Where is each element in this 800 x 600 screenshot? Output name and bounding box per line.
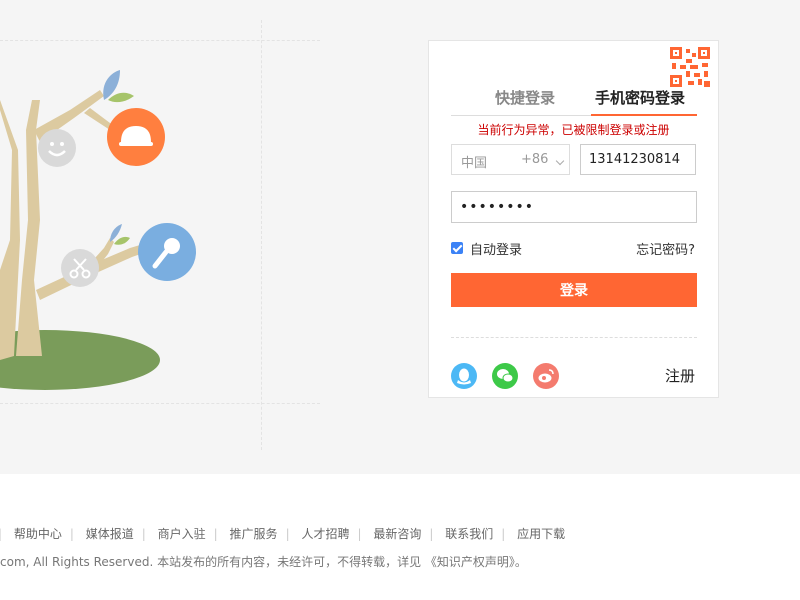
footer-link-contact[interactable]: 联系我们 <box>445 527 493 541</box>
register-link[interactable]: 注册 <box>665 365 695 386</box>
auto-login-label: 自动登录 <box>470 242 523 258</box>
decor-line <box>0 403 320 404</box>
chevron-down-icon <box>555 156 565 166</box>
wechat-icon[interactable] <box>492 363 518 389</box>
footer-link-merchant[interactable]: 商户入驻 <box>158 527 206 541</box>
footer-links: | 帮助中心 | 媒体报道 | 商户入驻 | 推广服务 | 人才招聘 | 最新咨询 | 联系… <box>0 527 566 541</box>
error-message: 当前行为异常，已被限制登录或注册 <box>477 123 670 137</box>
country-code-select[interactable]: 中国 +86 <box>451 144 570 175</box>
phone-input[interactable] <box>580 144 696 175</box>
divider <box>451 337 697 338</box>
auto-login-checkbox[interactable]: 自动登录 <box>451 239 523 258</box>
country-code: +86 <box>521 152 549 167</box>
weibo-icon[interactable] <box>533 363 559 389</box>
footer-link-app[interactable]: 应用下载 <box>517 527 565 541</box>
tab-password-login[interactable]: 手机密码登录 <box>595 87 685 109</box>
login-tabs: 快捷登录 手机密码登录 <box>451 87 697 116</box>
login-panel: 快捷登录 手机密码登录 当前行为异常，已被限制登录或注册 中国 +86 自动登录… <box>428 40 719 398</box>
login-button[interactable]: 登录 <box>451 273 697 307</box>
tree-illustration <box>0 70 196 390</box>
footer-link-news[interactable]: 最新咨询 <box>373 527 421 541</box>
footer-link-help[interactable]: 帮助中心 <box>14 527 62 541</box>
decor-line <box>0 40 320 41</box>
tab-quick-login[interactable]: 快捷登录 <box>495 87 555 109</box>
footer-copyright: com, All Rights Reserved. 本站发布的所有内容，未经许可… <box>0 555 527 569</box>
qq-icon[interactable] <box>451 363 477 389</box>
checkbox-checked-icon[interactable] <box>451 242 463 254</box>
active-tab-indicator <box>591 114 697 116</box>
qr-code-icon[interactable] <box>670 47 710 87</box>
country-name: 中国 <box>461 156 488 171</box>
forgot-password-link[interactable]: 忘记密码? <box>636 239 695 258</box>
password-input[interactable] <box>451 191 697 223</box>
footer-link-promotion[interactable]: 推广服务 <box>230 527 278 541</box>
footer-link-jobs[interactable]: 人才招聘 <box>301 527 349 541</box>
footer-link-media[interactable]: 媒体报道 <box>86 527 134 541</box>
decor-line <box>261 20 262 450</box>
